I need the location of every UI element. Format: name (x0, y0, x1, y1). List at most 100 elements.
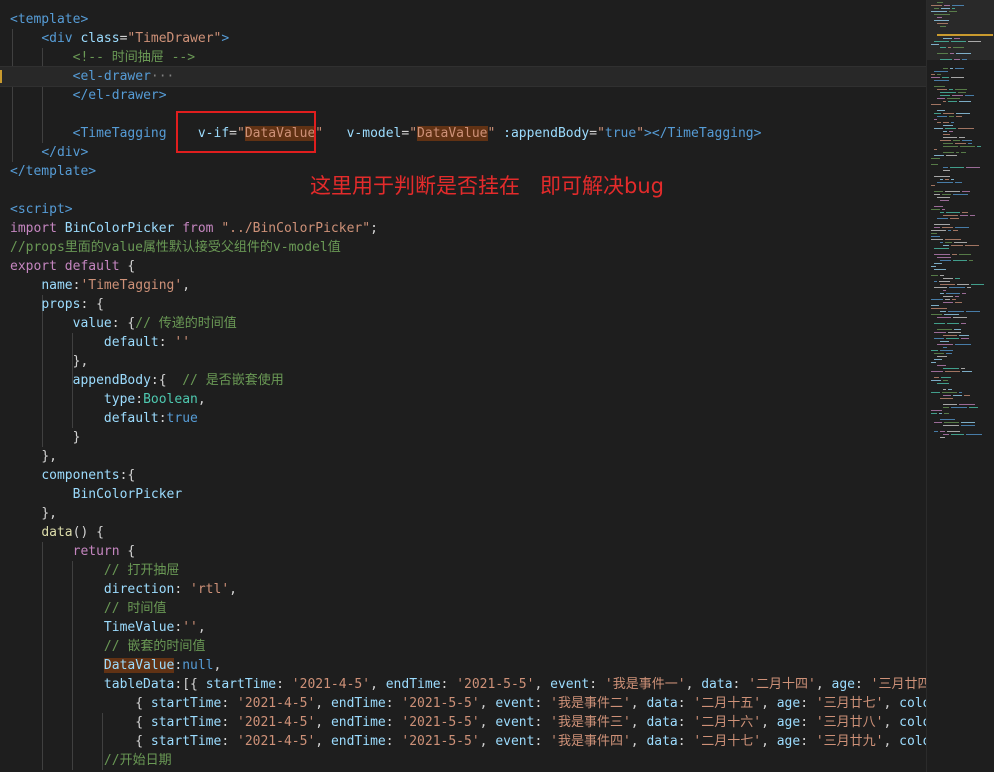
code-line[interactable]: } (10, 428, 81, 447)
code-token: '2021-5-5' (401, 734, 480, 749)
code-token: value (72, 316, 112, 331)
code-token: , (370, 677, 386, 692)
minimap-line (931, 5, 942, 6)
code-line[interactable]: appendBody:{ // 是否嵌套使用 (10, 371, 284, 390)
code-line-current[interactable]: <el-drawer··· (0, 66, 926, 87)
code-token: endTime (330, 696, 386, 711)
minimap-line (937, 116, 947, 117)
minimap-line (953, 194, 968, 195)
code-line[interactable]: // 时间值 (10, 599, 166, 618)
code-token: : { (80, 297, 104, 312)
code-line[interactable]: </div> (10, 143, 88, 162)
code-line[interactable]: //props里面的value属性默认接受父组件的v-model值 (10, 238, 341, 257)
code-line[interactable]: TimeValue:'', (10, 618, 206, 637)
minimap-line (951, 179, 954, 180)
code-token: , (630, 734, 647, 749)
code-token: , (815, 677, 832, 692)
minimap-line (966, 434, 982, 435)
minimap-line (943, 404, 957, 405)
code-token: 'TimeTagging' (80, 278, 183, 293)
minimap-line (955, 296, 959, 297)
code-line[interactable]: components:{ (10, 466, 135, 485)
code-line[interactable]: default:true (10, 409, 198, 428)
minimap-line (953, 317, 967, 318)
code-token: , (883, 734, 900, 749)
minimap-line (951, 434, 964, 435)
code-line[interactable]: return { (10, 542, 136, 561)
code-line[interactable]: <template> (10, 10, 88, 29)
minimap-line (941, 8, 950, 9)
minimap-line (931, 236, 940, 237)
code-line[interactable]: // 打开抽屉 (10, 561, 179, 580)
code-line[interactable]: value: {// 传递的时间值 (10, 314, 237, 333)
code-line[interactable]: props: { (10, 295, 104, 314)
minimap-line (934, 338, 944, 339)
minimap-line (962, 191, 970, 192)
minimap-line (937, 98, 945, 99)
code-token: '三月廿七' (815, 696, 884, 711)
code-token: , (630, 696, 647, 711)
minimap-line (940, 350, 953, 351)
minimap-line (934, 206, 943, 207)
minimap-line (934, 119, 937, 120)
code-token: : (221, 734, 237, 749)
code-token: } (72, 430, 81, 445)
code-line[interactable]: // 嵌套的时间值 (10, 637, 205, 656)
minimap[interactable] (926, 0, 994, 772)
code-token: endTime (385, 677, 441, 692)
minimap-line (939, 413, 942, 414)
minimap-viewport[interactable] (927, 0, 994, 60)
code-token: : (158, 411, 167, 426)
code-line[interactable]: }, (10, 447, 57, 466)
code-line[interactable]: DataValue:null, (10, 656, 221, 675)
code-token: '我是事件四' (550, 734, 631, 749)
code-line[interactable]: BinColorPicker (10, 485, 183, 504)
minimap-line (940, 95, 950, 96)
code-line[interactable]: { startTime: '2021-4-5', endTime: '2021-… (10, 732, 926, 751)
code-token: :[{ (174, 677, 206, 692)
minimap-line (934, 80, 949, 81)
minimap-line (931, 209, 940, 210)
code-line[interactable]: { startTime: '2021-4-5', endTime: '2021-… (10, 694, 926, 713)
code-line[interactable]: tableData:[{ startTime: '2021-4-5', endT… (10, 675, 926, 694)
code-line[interactable]: import BinColorPicker from "../BinColorP… (10, 219, 378, 238)
code-line[interactable]: type:Boolean, (10, 390, 206, 409)
minimap-line (955, 278, 960, 279)
code-line[interactable]: <TimeTagging v-if="DataValue" v-model="D… (10, 124, 761, 143)
code-line[interactable]: <!-- 时间抽屉 --> (10, 48, 195, 67)
code-token: : (800, 696, 816, 711)
code-line[interactable]: direction: 'rtl', (10, 580, 237, 599)
code-line[interactable]: }, (10, 504, 57, 523)
minimap-line (954, 59, 960, 60)
code-line[interactable]: <div class="TimeDrawer"> (10, 29, 229, 48)
minimap-line (948, 47, 951, 48)
code-token: : (534, 715, 551, 730)
code-token: '二月十七' (693, 734, 762, 749)
code-line[interactable]: </template> (10, 162, 96, 181)
code-token: , (315, 715, 331, 730)
code-line[interactable]: { startTime: '2021-4-5', endTime: '2021-… (10, 713, 926, 732)
code-token: () { (72, 525, 104, 540)
minimap-line (953, 140, 960, 141)
minimap-line (934, 176, 950, 177)
code-token: ; (370, 221, 378, 236)
code-line[interactable]: export default { (10, 257, 135, 276)
code-line[interactable]: <script> (10, 200, 73, 219)
minimap-line (934, 14, 950, 15)
code-editor[interactable]: <template> <div class="TimeDrawer"> <!--… (0, 0, 926, 772)
minimap-line (931, 413, 937, 414)
code-token: from (182, 221, 222, 236)
minimap-line (959, 392, 962, 393)
minimap-line (945, 299, 950, 300)
code-line[interactable]: data() { (10, 523, 104, 542)
code-line[interactable]: </el-drawer> (10, 86, 167, 105)
code-line[interactable]: }, (10, 352, 89, 371)
code-token: default (103, 411, 159, 426)
code-line[interactable]: name:'TimeTagging', (10, 276, 190, 295)
code-line[interactable]: //开始日期 (10, 751, 172, 770)
minimap-line (961, 425, 975, 426)
minimap-line (954, 38, 960, 39)
code-line[interactable]: default: '' (10, 333, 190, 352)
